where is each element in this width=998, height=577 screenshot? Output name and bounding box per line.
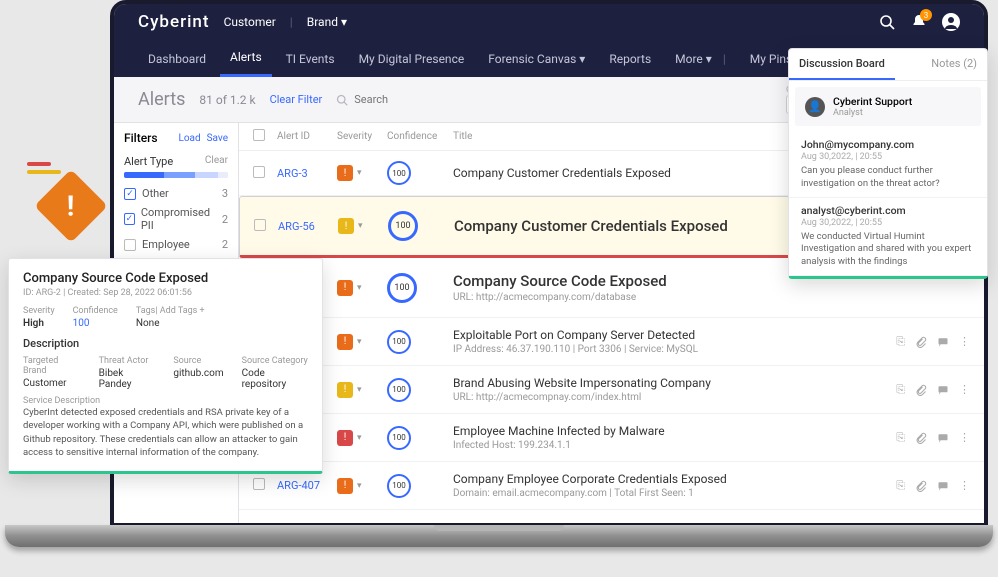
app-header: Cyberint Customer | Brand ▾	[114, 4, 984, 40]
checkbox-icon[interactable]: ✓	[124, 213, 135, 225]
chevron-down-icon: ▾	[341, 15, 347, 29]
facet-item[interactable]: Employee2	[124, 235, 228, 254]
chevron-down-icon[interactable]: ▾	[357, 168, 362, 178]
alert-id[interactable]: ARG-56	[278, 220, 328, 233]
chevron-down-icon[interactable]: ▾	[357, 283, 362, 293]
row-checkbox[interactable]	[253, 166, 265, 178]
confidence-ring: 100	[387, 161, 411, 185]
alert-row[interactable]: ARG-407 ! ▾ 100 Company Employee Corpora…	[239, 462, 984, 510]
nav-tab-forensic-canvas[interactable]: Forensic Canvas▾	[478, 40, 595, 77]
confidence-ring: 100	[387, 273, 417, 303]
chevron-down-icon[interactable]: ▾	[357, 481, 362, 491]
severity-badge: !	[337, 430, 353, 446]
chevron-down-icon: ▾	[706, 52, 712, 66]
alert-title: Company Employee Corporate Credentials E…	[453, 472, 886, 486]
confidence-ring: 100	[387, 426, 411, 450]
alert-subtitle: IP Address: 46.37.190.110 | Port 3306 | …	[453, 344, 886, 355]
customer-label[interactable]: Customer	[224, 15, 276, 29]
search-icon[interactable]	[878, 13, 896, 31]
nav-tab-alerts[interactable]: Alerts	[220, 40, 272, 77]
more-icon[interactable]: ⋮	[959, 335, 970, 348]
alert-subtitle: Domain: email.acmecompany.com | Total Fi…	[453, 488, 886, 499]
severity-badge: !	[337, 334, 353, 350]
discussion-panel: Discussion Board Notes (2) 👤 Cyberint Su…	[788, 48, 988, 279]
alert-decorative-icon: !	[45, 180, 97, 232]
search-input[interactable]	[354, 93, 474, 106]
load-filters[interactable]: Load	[178, 133, 200, 144]
severity-badge: !	[337, 382, 353, 398]
copy-icon[interactable]: ⎘	[896, 479, 905, 493]
alert-id[interactable]: ARG-3	[277, 167, 327, 180]
copy-icon[interactable]: ⎘	[896, 335, 905, 349]
alerts-count: 81 of 1.2 k	[199, 93, 255, 107]
alert-title: Exploitable Port on Company Server Detec…	[453, 328, 886, 342]
nav-tab-dashboard[interactable]: Dashboard	[138, 40, 216, 77]
alert-row[interactable]: ! ▾ 100 Brand Abusing Website Impersonat…	[239, 366, 984, 414]
copy-icon[interactable]: ⎘	[896, 383, 905, 397]
nav-tab-more[interactable]: More▾|	[665, 40, 736, 77]
alert-id[interactable]: ARG-407	[277, 479, 327, 492]
attach-icon[interactable]	[915, 432, 927, 444]
chevron-down-icon[interactable]: ▾	[358, 221, 363, 231]
severity-badge: !	[337, 280, 353, 296]
confidence-ring: 100	[388, 211, 418, 241]
chevron-down-icon[interactable]: ▾	[357, 433, 362, 443]
attach-icon[interactable]	[915, 336, 927, 348]
detail-title: Company Source Code Exposed	[23, 271, 308, 286]
attach-icon[interactable]	[915, 480, 927, 492]
chat-icon[interactable]	[937, 384, 949, 396]
clear-filter-link[interactable]: Clear Filter	[270, 93, 323, 106]
row-checkbox[interactable]	[253, 478, 265, 490]
facet-item[interactable]: ✓Compromised PII2	[124, 203, 228, 235]
save-filters[interactable]: Save	[207, 133, 228, 144]
support-avatar-icon: 👤	[805, 97, 825, 117]
facet-distribution-bar	[124, 172, 228, 178]
clear-facet[interactable]: Clear	[205, 155, 228, 168]
nav-tab-my-digital-presence[interactable]: My Digital Presence	[349, 40, 475, 77]
checkbox-icon[interactable]	[124, 239, 136, 251]
brand-logo: Cyberint	[138, 12, 210, 32]
severity-badge: !	[337, 478, 353, 494]
severity-badge: !	[337, 165, 353, 181]
more-icon[interactable]: ⋮	[959, 431, 970, 444]
checkbox-icon[interactable]: ✓	[124, 188, 136, 200]
discussion-message: John@mycompany.comAug 30,2022, | 20:55Ca…	[789, 132, 987, 198]
user-avatar-icon[interactable]	[942, 13, 960, 31]
tab-notes[interactable]: Notes (2)	[921, 49, 987, 80]
more-icon[interactable]: ⋮	[959, 383, 970, 396]
alert-detail-card: Company Source Code Exposed ID: ARG-2 | …	[8, 258, 323, 474]
confidence-ring: 100	[387, 474, 411, 498]
row-checkbox[interactable]	[254, 219, 266, 231]
chat-icon[interactable]	[937, 432, 949, 444]
tab-discussion[interactable]: Discussion Board	[789, 49, 895, 80]
copy-icon[interactable]: ⎘	[896, 431, 905, 445]
alert-subtitle: URL: http://acmecompnay.com/index.html	[453, 392, 886, 403]
alert-subtitle: URL: http://acmecompany.com/database	[453, 292, 970, 303]
alert-title: Employee Machine Infected by Malware	[453, 424, 886, 438]
nav-tab-ti-events[interactable]: TI Events	[276, 40, 345, 77]
brand-select[interactable]: Brand ▾	[307, 15, 347, 29]
more-icon[interactable]: ⋮	[959, 479, 970, 492]
confidence-ring: 100	[387, 330, 411, 354]
select-all-checkbox[interactable]	[253, 129, 265, 141]
alert-row[interactable]: ! ▾ 100 Employee Machine Infected by Mal…	[239, 414, 984, 462]
alert-row[interactable]: ! ▾ 100 Exploitable Port on Company Serv…	[239, 318, 984, 366]
chevron-down-icon[interactable]: ▾	[357, 337, 362, 347]
chevron-down-icon: ▾	[579, 52, 585, 66]
search-icon	[336, 94, 348, 106]
severity-badge: !	[338, 218, 354, 234]
chat-icon[interactable]	[937, 480, 949, 492]
alert-subtitle: Infected Host: 199.234.1.1	[453, 440, 886, 451]
notifications-icon[interactable]	[910, 13, 928, 31]
nav-tab-reports[interactable]: Reports	[599, 40, 661, 77]
confidence-ring: 100	[387, 378, 411, 402]
attach-icon[interactable]	[915, 384, 927, 396]
page-title: Alerts	[138, 89, 185, 110]
facet-item[interactable]: ✓Other3	[124, 184, 228, 203]
chevron-down-icon[interactable]: ▾	[357, 385, 362, 395]
alert-title: Brand Abusing Website Impersonating Comp…	[453, 376, 886, 390]
chat-icon[interactable]	[937, 336, 949, 348]
discussion-message: analyst@cyberint.comAug 30,2022, | 20:55…	[789, 198, 987, 276]
